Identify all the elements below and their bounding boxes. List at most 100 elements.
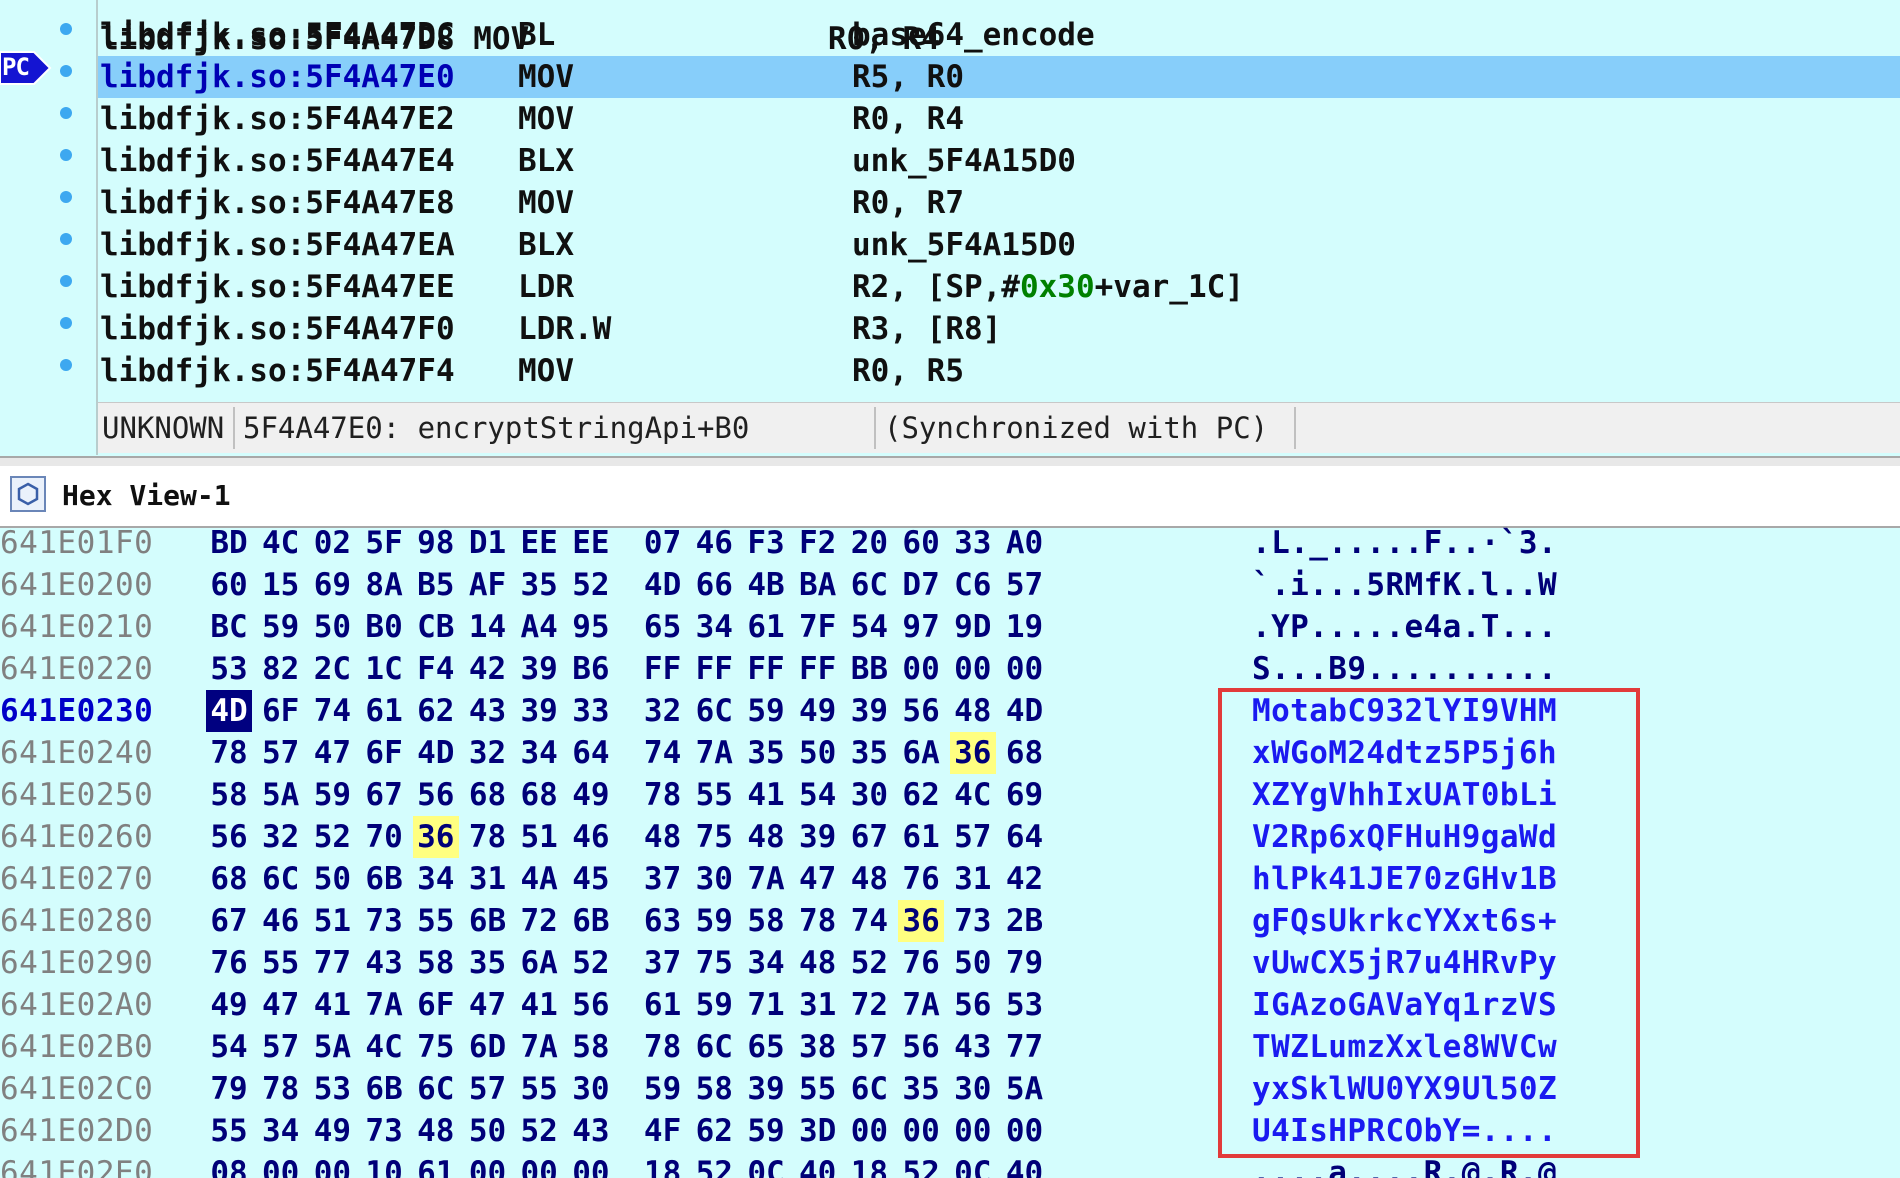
hex-byte[interactable]: 35 — [516, 564, 562, 606]
asm-row[interactable]: libdfjk.so:5F4A47E2 MOV R0, R4 — [98, 98, 1900, 140]
hex-byte[interactable]: 61 — [743, 606, 789, 648]
hex-row[interactable]: 641E0230 4D 6F 74 61 62 43 39 33 32 6C 59 49 39 56 48 4D… — [0, 690, 1900, 732]
hex-byte[interactable]: 75 — [413, 1026, 459, 1068]
hex-byte[interactable]: 65 — [743, 1026, 789, 1068]
hex-byte[interactable]: 7A — [898, 984, 944, 1026]
hex-byte[interactable]: 77 — [309, 942, 355, 984]
breakpoint-dot-icon[interactable] — [60, 233, 72, 245]
hex-byte[interactable]: 36 — [412, 816, 459, 858]
hex-ascii[interactable]: IGAzoGAVaYq1rzVS — [1252, 984, 1557, 1026]
hex-byte[interactable]: 1C — [361, 648, 407, 690]
hex-byte[interactable]: 58 — [691, 1068, 737, 1110]
hex-byte[interactable]: 5A — [258, 774, 304, 816]
hex-byte[interactable]: 30 — [950, 1068, 996, 1110]
asm-operands[interactable]: R0, R4 — [852, 98, 964, 140]
hex-byte[interactable]: 43 — [465, 690, 511, 732]
hex-byte[interactable]: 37 — [640, 942, 686, 984]
hex-byte[interactable]: 42 — [465, 648, 511, 690]
hex-row[interactable]: 641E02D0 55 34 49 73 48 50 52 43 4F 62 59 3D 00 00 00 00… — [0, 1110, 1900, 1152]
hex-byte[interactable]: 53 — [309, 1068, 355, 1110]
hex-row[interactable]: 641E02C0 79 78 53 6B 6C 57 55 30 59 58 39 55 6C 35 30 5A… — [0, 1068, 1900, 1110]
hex-byte[interactable]: 00 — [1002, 648, 1048, 690]
hex-byte[interactable]: 79 — [206, 1068, 252, 1110]
hex-byte[interactable]: 46 — [258, 900, 304, 942]
hex-byte[interactable]: 57 — [1002, 564, 1048, 606]
hex-byte[interactable]: 08 — [206, 1152, 252, 1178]
hex-byte[interactable]: 49 — [309, 1110, 355, 1152]
hex-byte[interactable]: 46 — [568, 816, 614, 858]
hex-byte[interactable]: 75 — [691, 942, 737, 984]
hex-byte[interactable]: 31 — [465, 858, 511, 900]
hex-byte[interactable]: 30 — [568, 1068, 614, 1110]
hex-byte[interactable]: 00 — [568, 1152, 614, 1178]
hex-byte[interactable]: 76 — [898, 858, 944, 900]
hex-byte[interactable]: 34 — [743, 942, 789, 984]
hex-byte[interactable]: 62 — [691, 1110, 737, 1152]
hex-byte[interactable]: 7A — [691, 732, 737, 774]
hex-row[interactable]: 641E02B0 54 57 5A 4C 75 6D 7A 58 78 6C 65 38 57 56 43 77… — [0, 1026, 1900, 1068]
hex-row[interactable]: 641E0220 53 82 2C 1C F4 42 39 B6 FF FF FF FF BB 00 00 00… — [0, 648, 1900, 690]
hex-byte[interactable]: C6 — [950, 564, 996, 606]
hex-byte[interactable]: 6D — [465, 1026, 511, 1068]
hex-byte[interactable]: BB — [846, 648, 892, 690]
hex-byte[interactable]: 78 — [640, 1026, 686, 1068]
hex-byte[interactable]: 15 — [258, 564, 304, 606]
hex-byte[interactable]: D1 — [465, 522, 511, 564]
hex-byte[interactable]: 37 — [640, 858, 686, 900]
hex-byte[interactable]: 98 — [413, 522, 459, 564]
hex-byte[interactable]: 33 — [950, 522, 996, 564]
hex-byte[interactable]: 50 — [795, 732, 841, 774]
breakpoint-dot-icon[interactable] — [60, 149, 72, 161]
hex-byte[interactable]: 7A — [361, 984, 407, 1026]
hex-byte[interactable]: 4F — [640, 1110, 686, 1152]
hex-byte[interactable]: 6F — [413, 984, 459, 1026]
hex-byte[interactable]: 59 — [640, 1068, 686, 1110]
hex-byte[interactable]: 5A — [309, 1026, 355, 1068]
hex-byte[interactable]: 0C — [743, 1152, 789, 1178]
hex-byte[interactable]: 0C — [950, 1152, 996, 1178]
hex-byte[interactable]: 48 — [743, 816, 789, 858]
hex-byte[interactable]: 59 — [743, 1110, 789, 1152]
hex-byte[interactable]: 6C — [846, 1068, 892, 1110]
hex-byte[interactable]: AF — [465, 564, 511, 606]
hex-byte[interactable]: 39 — [516, 690, 562, 732]
hex-byte[interactable]: 00 — [950, 648, 996, 690]
hex-row[interactable]: 641E02A0 49 47 41 7A 6F 47 41 56 61 59 71 31 72 7A 56 53… — [0, 984, 1900, 1026]
hex-byte[interactable]: 4A — [516, 858, 562, 900]
hex-byte[interactable]: 59 — [691, 900, 737, 942]
hex-byte[interactable]: 71 — [743, 984, 789, 1026]
hex-byte[interactable]: 00 — [1002, 1110, 1048, 1152]
hex-byte[interactable]: 7F — [795, 606, 841, 648]
hex-byte[interactable]: 52 — [898, 1152, 944, 1178]
hex-byte[interactable]: 46 — [691, 522, 737, 564]
hex-byte[interactable]: 67 — [361, 774, 407, 816]
hex-byte[interactable]: 34 — [516, 732, 562, 774]
asm-row-selected[interactable]: libdfjk.so:5F4A47E0 MOV R5, R0 — [98, 56, 1900, 98]
hex-byte[interactable]: 56 — [898, 1026, 944, 1068]
hex-byte[interactable]: 6A — [898, 732, 944, 774]
hex-byte[interactable]: 55 — [516, 1068, 562, 1110]
hex-ascii[interactable]: MotabC932lYI9VHM — [1252, 690, 1557, 732]
hex-byte[interactable]: BD — [206, 522, 252, 564]
hex-byte[interactable]: 6C — [413, 1068, 459, 1110]
hex-byte[interactable]: 69 — [1002, 774, 1048, 816]
hex-byte[interactable]: 74 — [640, 732, 686, 774]
hex-byte[interactable]: 34 — [258, 1110, 304, 1152]
hex-byte[interactable]: 74 — [846, 900, 892, 942]
asm-operands[interactable]: R5, R0 — [852, 56, 964, 98]
asm-row[interactable]: libdfjk.so:5F4A47F0 LDR.W R3, [R8] — [98, 308, 1900, 350]
hex-ascii[interactable]: U4IsHPRCObY=.... — [1252, 1110, 1557, 1152]
hex-byte[interactable]: F3 — [743, 522, 789, 564]
hex-byte[interactable]: 73 — [361, 900, 407, 942]
hex-byte[interactable]: BA — [795, 564, 841, 606]
hex-byte[interactable]: 42 — [1002, 858, 1048, 900]
hex-row[interactable]: 641E0260 56 32 52 70 36 78 51 46 48 75 48 39 67 61 57 64… — [0, 816, 1900, 858]
hex-byte[interactable]: 63 — [640, 900, 686, 942]
hex-byte[interactable]: 76 — [206, 942, 252, 984]
asm-address[interactable]: libdfjk.so:5F4A47EA — [100, 224, 455, 266]
hex-byte[interactable]: 78 — [465, 816, 511, 858]
hex-byte[interactable]: A0 — [1002, 522, 1048, 564]
hex-byte[interactable]: 6B — [361, 1068, 407, 1110]
hex-byte[interactable]: 07 — [640, 522, 686, 564]
hex-byte[interactable]: 3D — [795, 1110, 841, 1152]
